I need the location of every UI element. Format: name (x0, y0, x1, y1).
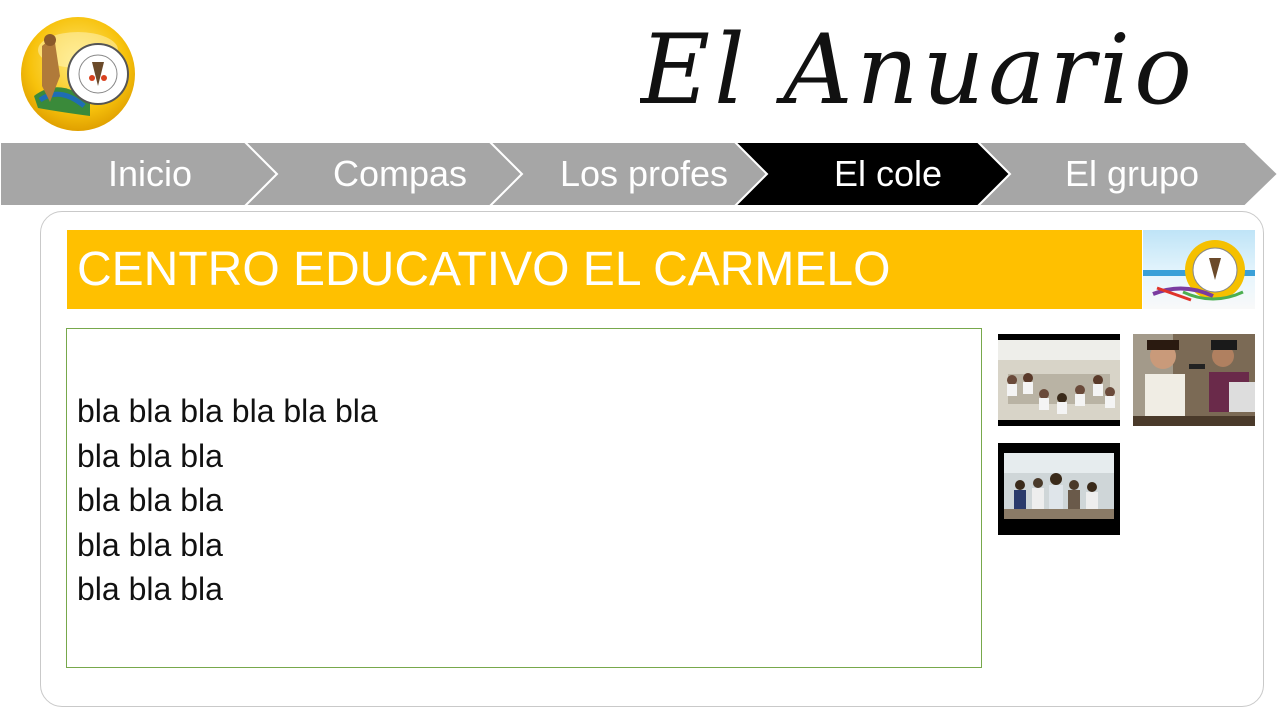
classroom-photo[interactable] (998, 334, 1120, 426)
school-anniversary-logo-icon (1143, 240, 1255, 302)
radio-microphone-photo[interactable] (1133, 334, 1255, 426)
text-box[interactable]: bla bla bla bla bla bla bla bla bla bla … (66, 328, 982, 668)
text-line: bla bla bla (77, 526, 223, 563)
nav-item-el-cole[interactable]: El cole (778, 142, 998, 206)
text-line: bla bla bla (77, 571, 223, 608)
text-line: bla bla bla bla bla bla (77, 393, 378, 429)
nav-item-inicio[interactable]: Inicio (40, 142, 260, 206)
school-logo (20, 16, 136, 132)
radio-microphone-photo-image (1133, 334, 1255, 426)
classroom-photo-image (998, 340, 1120, 420)
nav-item-los-profes[interactable]: Los profes (534, 142, 754, 206)
nav-item-compas[interactable]: Compas (290, 142, 510, 206)
section-heading: CENTRO EDUCATIVO EL CARMELO (67, 230, 1142, 309)
app-title: El Anuario (640, 14, 1196, 126)
text-line: bla bla bla (77, 437, 223, 474)
text-line: bla bla bla (77, 482, 223, 519)
main-nav: Inicio Compas Los profes El cole El grup… (0, 142, 1280, 206)
group-room-photo-image (1004, 453, 1114, 519)
school-crest-icon (21, 17, 135, 131)
banner-logo-image (1143, 230, 1255, 309)
group-room-photo[interactable] (998, 443, 1120, 535)
nav-item-el-grupo[interactable]: El grupo (1022, 142, 1242, 206)
